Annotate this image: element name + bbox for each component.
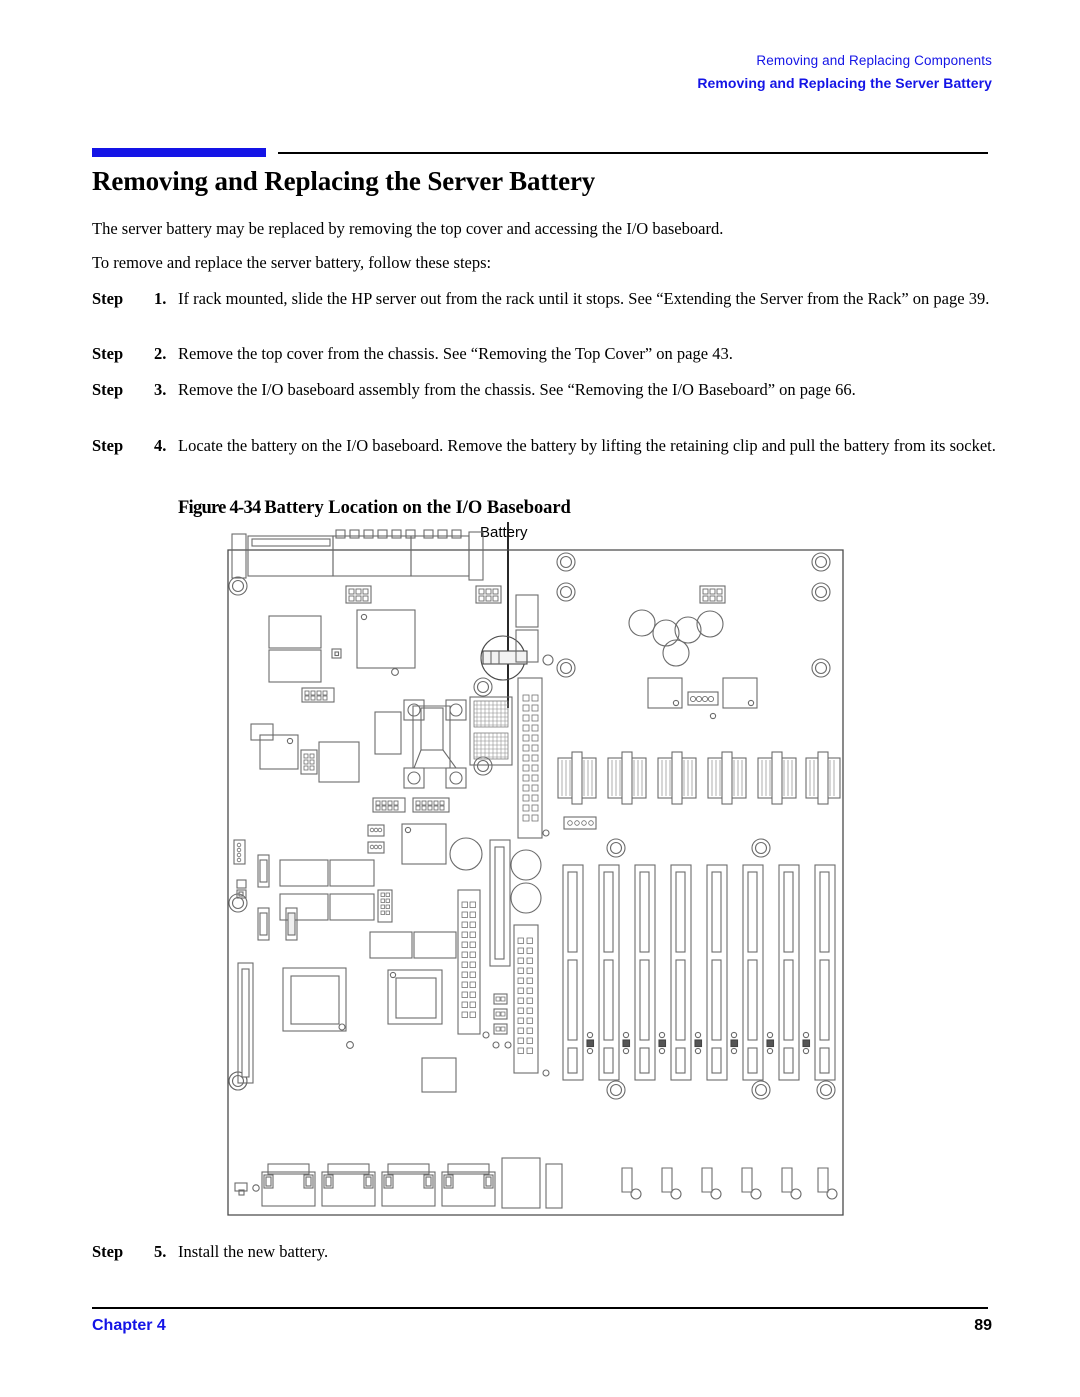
step-text: If rack mounted, slide the HP server out… [178,289,990,308]
edge-connector-left [237,962,254,1084]
page-title: Removing and Replacing the Server Batter… [92,166,596,196]
step-number: 1. [154,289,167,308]
pci-slots [562,864,836,1081]
bga-chips [282,967,457,1093]
step-text: Remove the I/O baseboard assembly from t… [178,380,856,399]
vrm-heatsink-modules [557,751,841,830]
io-baseboard-figure [218,520,868,1240]
small-jumper-trio [492,993,512,1049]
footer-chapter: Chapter 4 [92,1317,166,1334]
intro-paragraph-2: To remove and replace the server battery… [92,253,492,272]
header-section-title: Removing and Replacing the Server Batter… [697,75,992,92]
mid-chip-block [250,723,360,783]
socket-pin-arrays [469,696,513,766]
step-number: 5. [154,1242,167,1261]
intro-paragraph-1: The server battery may be replaced by re… [92,219,724,238]
mounting-holes [228,552,836,1100]
right-side-chips [647,677,758,720]
step-number: 2. [154,344,167,363]
idc-connector-lower-b [513,924,550,1077]
step-number: 3. [154,380,167,399]
step-label: Step [92,344,124,363]
card-retainer-tabs [621,1167,838,1200]
top-edge-connector [231,529,484,581]
step-label: Step [92,1242,124,1261]
edge-connector-mid [489,839,511,967]
step-label: Step [92,289,124,308]
footer-rule [92,1307,988,1309]
step-text: Locate the battery on the I/O baseboard.… [178,436,996,455]
idc-connector-upper [517,677,550,839]
mid-left-headers [233,797,450,899]
thin-black-rule [278,152,988,154]
battery-socket [480,635,528,681]
blue-accent-rule [92,148,266,157]
figure-number: Figure 4-34 [178,498,265,518]
footer-page-number: 89 [974,1317,992,1334]
step-label: Step [92,380,124,399]
capacitor-cluster [628,609,724,667]
step-text: Install the new battery. [178,1242,329,1261]
cpu-socket-area [374,699,467,789]
step-number: 4. [154,436,167,455]
figure-caption-text: Battery Location on the I/O Baseboard [264,498,571,518]
header-chapter-title: Removing and Replacing Components [756,53,992,68]
document-page: Removing and Replacing Components Removi… [0,0,1080,1397]
idc-connector-lower-a [457,889,490,1039]
rear-io-connectors [234,1157,563,1209]
step-label: Step [92,436,124,455]
title-rule-group [92,148,988,158]
step-text: Remove the top cover from the chassis. S… [178,344,733,363]
figure-caption: Figure 4-34 Battery Location on the I/O … [178,498,571,519]
top-left-chips [268,609,416,703]
running-header: Removing and Replacing Components Removi… [697,52,992,93]
pci-slot-leds [586,1031,811,1055]
